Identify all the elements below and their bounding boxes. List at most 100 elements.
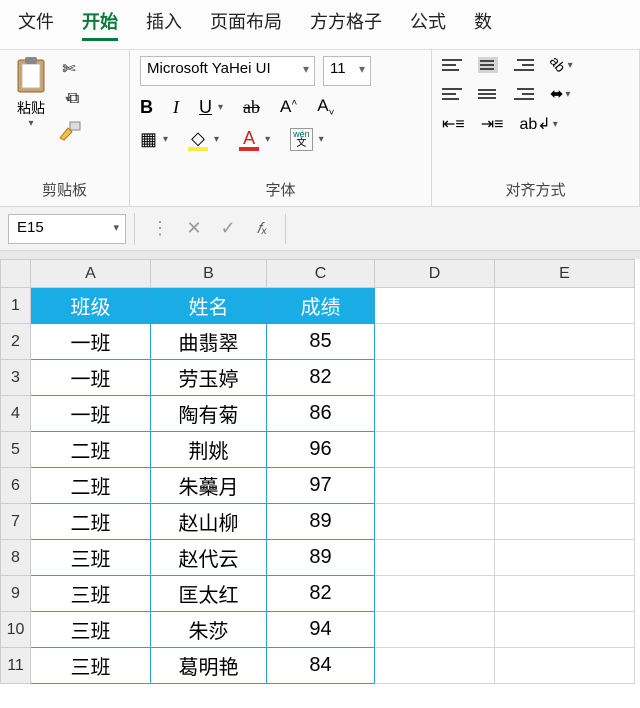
cell-E7[interactable]	[495, 504, 635, 540]
tab-page-layout[interactable]: 页面布局	[210, 6, 282, 41]
shrink-font-button[interactable]: A˅	[317, 96, 334, 118]
tab-formulas[interactable]: 公式	[410, 6, 446, 41]
row-header-1[interactable]: 1	[1, 288, 31, 324]
wrap-text-button[interactable]: ab↲	[520, 114, 551, 134]
align-left-button[interactable]	[442, 86, 462, 102]
row-header-7[interactable]: 7	[1, 504, 31, 540]
align-middle-button[interactable]	[478, 57, 498, 73]
row-header-5[interactable]: 5	[1, 432, 31, 468]
phonetic-button[interactable]: wén文	[290, 128, 313, 151]
row-header-11[interactable]: 11	[1, 648, 31, 684]
cell-A2[interactable]: 一班	[31, 324, 151, 360]
font-color-button[interactable]: A	[239, 128, 259, 151]
fill-color-button[interactable]: ◇	[188, 128, 208, 151]
cell-C10[interactable]: 94	[267, 612, 375, 648]
merge-button[interactable]: ⬌	[550, 84, 563, 104]
row-header-8[interactable]: 8	[1, 540, 31, 576]
row-header-9[interactable]: 9	[1, 576, 31, 612]
bold-button[interactable]: B	[140, 97, 153, 118]
col-header-A[interactable]: A	[31, 260, 151, 288]
cell-C1[interactable]: 成绩	[267, 288, 375, 324]
cell-C11[interactable]: 84	[267, 648, 375, 684]
row-header-2[interactable]: 2	[1, 324, 31, 360]
underline-button[interactable]: U	[199, 97, 212, 118]
cell-D6[interactable]	[375, 468, 495, 504]
align-center-button[interactable]	[478, 86, 498, 102]
align-right-button[interactable]	[514, 86, 534, 102]
italic-button[interactable]: I	[173, 97, 179, 118]
cell-E9[interactable]	[495, 576, 635, 612]
cell-E10[interactable]	[495, 612, 635, 648]
cell-B6[interactable]: 朱蘽月	[151, 468, 267, 504]
menu-dots-icon[interactable]: ⋮	[143, 218, 177, 239]
cell-D7[interactable]	[375, 504, 495, 540]
cell-A3[interactable]: 一班	[31, 360, 151, 396]
cancel-icon[interactable]: ✕	[177, 218, 211, 239]
cell-E1[interactable]	[495, 288, 635, 324]
cell-A6[interactable]: 二班	[31, 468, 151, 504]
fx-icon[interactable]: 𝑓ₓ	[245, 220, 279, 237]
font-name-select[interactable]: Microsoft YaHei UI	[140, 56, 315, 86]
tab-file[interactable]: 文件	[18, 6, 54, 41]
cell-A4[interactable]: 一班	[31, 396, 151, 432]
col-header-C[interactable]: C	[267, 260, 375, 288]
format-painter-icon[interactable]	[58, 118, 84, 142]
cell-E8[interactable]	[495, 540, 635, 576]
cell-E2[interactable]	[495, 324, 635, 360]
borders-button[interactable]: ▦	[140, 129, 157, 150]
row-header-4[interactable]: 4	[1, 396, 31, 432]
formula-input[interactable]	[285, 214, 640, 244]
grow-font-button[interactable]: A˄	[280, 97, 297, 117]
cell-B3[interactable]: 劳玉婷	[151, 360, 267, 396]
row-header-3[interactable]: 3	[1, 360, 31, 396]
cell-E11[interactable]	[495, 648, 635, 684]
decrease-indent-button[interactable]: ⇤≡	[442, 114, 465, 134]
spreadsheet-grid[interactable]: ABCDE1班级姓名成绩2一班曲翡翠853一班劳玉婷824一班陶有菊865二班荆…	[0, 259, 640, 684]
align-bottom-button[interactable]	[514, 57, 534, 73]
cell-C6[interactable]: 97	[267, 468, 375, 504]
cell-E5[interactable]	[495, 432, 635, 468]
cell-D4[interactable]	[375, 396, 495, 432]
align-top-button[interactable]	[442, 57, 462, 73]
cell-C8[interactable]: 89	[267, 540, 375, 576]
cell-C3[interactable]: 82	[267, 360, 375, 396]
cell-B5[interactable]: 荆姚	[151, 432, 267, 468]
cell-C4[interactable]: 86	[267, 396, 375, 432]
tab-insert[interactable]: 插入	[146, 6, 182, 41]
tab-home[interactable]: 开始	[82, 6, 118, 41]
cell-C2[interactable]: 85	[267, 324, 375, 360]
cell-C7[interactable]: 89	[267, 504, 375, 540]
paste-button[interactable]: 粘贴 ▾	[10, 56, 52, 129]
cell-D11[interactable]	[375, 648, 495, 684]
cell-D2[interactable]	[375, 324, 495, 360]
cell-A1[interactable]: 班级	[31, 288, 151, 324]
cell-E6[interactable]	[495, 468, 635, 504]
cell-B7[interactable]: 赵山柳	[151, 504, 267, 540]
cell-C9[interactable]: 82	[267, 576, 375, 612]
copy-icon[interactable]: ⧉▾	[58, 88, 80, 110]
cell-B2[interactable]: 曲翡翠	[151, 324, 267, 360]
cell-A5[interactable]: 二班	[31, 432, 151, 468]
cell-B9[interactable]: 匡太红	[151, 576, 267, 612]
row-header-10[interactable]: 10	[1, 612, 31, 648]
cell-B11[interactable]: 葛明艳	[151, 648, 267, 684]
cell-D9[interactable]	[375, 576, 495, 612]
confirm-icon[interactable]: ✓	[211, 218, 245, 239]
cell-C5[interactable]: 96	[267, 432, 375, 468]
cell-D10[interactable]	[375, 612, 495, 648]
cell-B1[interactable]: 姓名	[151, 288, 267, 324]
col-header-B[interactable]: B	[151, 260, 267, 288]
tab-fangfang[interactable]: 方方格子	[310, 6, 382, 41]
cell-B8[interactable]: 赵代云	[151, 540, 267, 576]
cell-B4[interactable]: 陶有菊	[151, 396, 267, 432]
cell-A10[interactable]: 三班	[31, 612, 151, 648]
cell-E3[interactable]	[495, 360, 635, 396]
select-all-corner[interactable]	[1, 260, 31, 288]
col-header-D[interactable]: D	[375, 260, 495, 288]
row-header-6[interactable]: 6	[1, 468, 31, 504]
cell-E4[interactable]	[495, 396, 635, 432]
cell-D1[interactable]	[375, 288, 495, 324]
cell-A11[interactable]: 三班	[31, 648, 151, 684]
orientation-button[interactable]: ab	[550, 56, 566, 74]
cut-icon[interactable]: ✄	[58, 58, 80, 80]
